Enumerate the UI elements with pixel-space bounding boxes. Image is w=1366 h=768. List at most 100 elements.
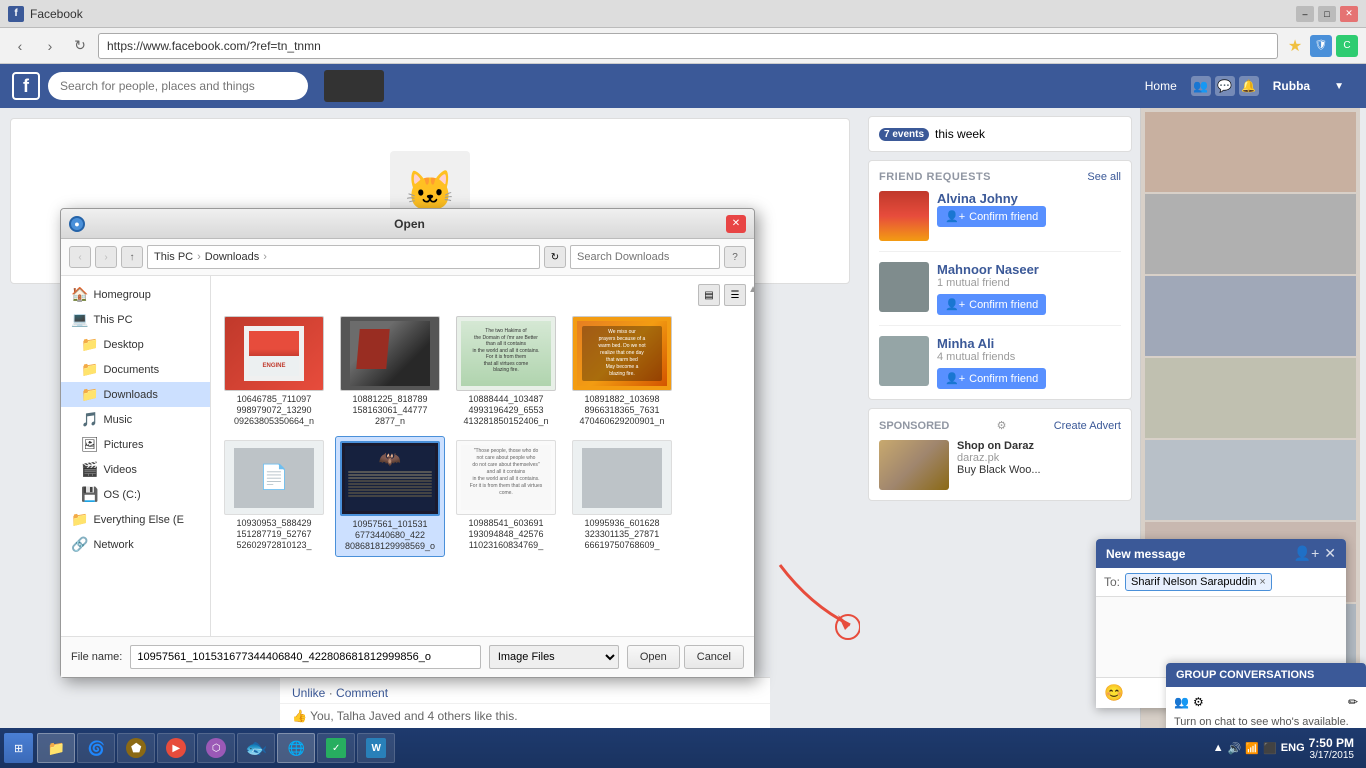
file-name-input[interactable] [130,645,480,669]
folder-pictures[interactable]: 🖼 Pictures [61,432,210,457]
taskbar-item-app-1[interactable]: 🌀 [77,733,115,763]
dialog-cancel-button[interactable]: Cancel [684,645,744,669]
file-item[interactable]: The two Hakims ofthe Domain of i'mr are … [451,312,561,430]
refresh-button[interactable]: ↻ [68,34,92,58]
files-scroll-area: ENGINE 10646785_711097998979072_13290092… [219,312,746,602]
dialog-files-area: ▲ ▤ ☰ [211,276,754,636]
nav-notifications-icon[interactable]: 🔔 [1239,76,1259,96]
folder-videos[interactable]: 🎬 Videos [61,457,210,482]
confirm-icon-2: 👤+ [945,298,965,311]
file-name-label: File name: [71,651,122,663]
nav-dropdown[interactable]: ▼ [1324,77,1354,96]
system-tray-arrow[interactable]: ▲ [1213,742,1224,754]
folder-documents[interactable]: 📁 Documents [61,357,210,382]
star-icon[interactable]: ★ [1284,35,1306,57]
taskbar-item-app-4[interactable]: ⬡ [197,733,235,763]
dialog-search-input[interactable] [570,245,720,269]
file-item[interactable]: 10995936_601628323301135_278716661975076… [567,436,677,556]
folder-music[interactable]: 🎵 Music [61,407,210,432]
app-4-icon: ⬡ [206,738,226,758]
view-toggle-button[interactable]: ☰ [724,284,746,306]
file-item-selected[interactable]: 🦇 [335,436,445,556]
file-item[interactable]: 📄 10930953_588429151287719_5276752602972… [219,436,329,556]
folder-desktop[interactable]: 📁 Desktop [61,332,210,357]
message-close-button[interactable]: ✕ [1324,545,1336,562]
taskbar-item-app-5[interactable]: 🐟 [237,733,275,763]
taskbar-item-file-manager[interactable]: 📁 [37,733,75,763]
dialog-close-button[interactable]: ✕ [726,215,746,233]
see-all-button[interactable]: See all [1087,171,1121,183]
dialog-help-button[interactable]: ? [724,246,746,268]
dialog-refresh-button[interactable]: ↻ [544,246,566,268]
folder-label-network: Network [93,539,133,551]
dialog-back-button[interactable]: ‹ [69,246,91,268]
address-bar[interactable] [98,33,1278,59]
unlike-link[interactable]: Unlike [292,686,325,700]
taskbar-item-chrome[interactable]: 🌐 [277,733,315,763]
word-icon: W [366,738,386,758]
view-options-button[interactable]: ▤ [698,284,720,306]
folder-label-homegroup: Homegroup [93,289,150,301]
forward-button[interactable]: › [38,34,62,58]
recipient-remove-button[interactable]: × [1259,576,1265,588]
start-button[interactable]: ⊞ [4,733,33,763]
taskbar-item-app-3[interactable]: ▶ [157,733,195,763]
file-item[interactable]: We miss ourprayers because of awarm bed.… [567,312,677,430]
maximize-button[interactable]: □ [1318,6,1336,22]
facebook-search-input[interactable] [48,72,308,100]
dialog-open-button[interactable]: Open [627,645,680,669]
nav-messages-icon[interactable]: 💬 [1215,76,1235,96]
file-item[interactable]: "Those people, those who donot care abou… [451,436,561,556]
taskbar-item-app-6[interactable]: ✓ [317,733,355,763]
pictures-icon: 🖼 [81,436,99,453]
comment-link[interactable]: Comment [336,686,388,700]
back-button[interactable]: ‹ [8,34,32,58]
confirm-friend-button-3[interactable]: 👤+ Confirm friend [937,368,1046,389]
folder-label-this-pc: This PC [93,314,132,326]
edit-icon[interactable]: ✏ [1348,695,1358,709]
folder-os-c[interactable]: 💾 OS (C:) [61,482,210,507]
breadcrumb-separator-1: › [197,251,201,263]
folder-network[interactable]: 🔗 Network [61,532,210,557]
dialog-up-button[interactable]: ↑ [121,246,143,268]
fb-profile-thumb [324,70,384,102]
friend-request-3: Minha Ali 4 mutual friends 👤+ Confirm fr… [879,336,1121,389]
file-item[interactable]: 10881225_818789158163061_447772877_n [335,312,445,430]
language-indicator[interactable]: ENG [1281,742,1305,754]
nav-friends-icon[interactable]: 👥 [1191,76,1211,96]
battery-icon[interactable]: ⬛ [1263,742,1277,755]
friend-name-2[interactable]: Mahnoor Naseer [937,262,1121,277]
friend-name-3[interactable]: Minha Ali [937,336,1121,351]
friend-info-3: Minha Ali 4 mutual friends 👤+ Confirm fr… [937,336,1121,389]
scroll-up-arrow[interactable]: ▲ [748,284,754,295]
recipient-name: Sharif Nelson Sarapuddin [1131,576,1256,588]
settings-icon[interactable]: ⚙ [1193,695,1204,709]
ad-text: Shop on Daraz daraz.pk Buy Black Woo... [957,440,1041,490]
dialog-forward-button[interactable]: › [95,246,117,268]
taskbar-clock[interactable]: 7:50 PM 3/17/2015 [1309,736,1354,761]
emoji-icon[interactable]: 😊 [1104,683,1124,703]
taskbar-item-word[interactable]: W [357,733,395,763]
confirm-friend-button-1[interactable]: 👤+ Confirm friend [937,206,1046,227]
nav-home[interactable]: Home [1135,75,1187,97]
minimize-button[interactable]: – [1296,6,1314,22]
add-people-button[interactable]: 👤+ [1294,545,1320,562]
folder-this-pc[interactable]: 💻 This PC [61,307,210,332]
folder-everything-else[interactable]: 📁 Everything Else (E [61,507,210,532]
close-button[interactable]: ✕ [1340,6,1358,22]
ext-icon-1[interactable]: C [1336,35,1358,57]
gear-icon[interactable]: ⚙ [997,419,1007,432]
ad-name[interactable]: Shop on Daraz [957,440,1041,452]
create-advert-link[interactable]: Create Advert [1054,420,1121,432]
file-type-select[interactable]: Image Files [489,645,619,669]
network-status-icon[interactable]: 📶 [1245,742,1259,755]
file-item[interactable]: ENGINE 10646785_711097998979072_13290092… [219,312,329,430]
folder-homegroup[interactable]: 🏠 Homegroup [61,282,210,307]
taskbar-item-app-2[interactable]: ⬟ [117,733,155,763]
nav-username[interactable]: Rubba [1263,75,1320,97]
friend-name-1[interactable]: Alvina Johny [937,191,1121,206]
folder-downloads[interactable]: 📁 Downloads [61,382,210,407]
confirm-friend-button-2[interactable]: 👤+ Confirm friend [937,294,1046,315]
shield-icon[interactable]: 🛡 [1310,35,1332,57]
speaker-icon[interactable]: 🔊 [1228,742,1242,755]
